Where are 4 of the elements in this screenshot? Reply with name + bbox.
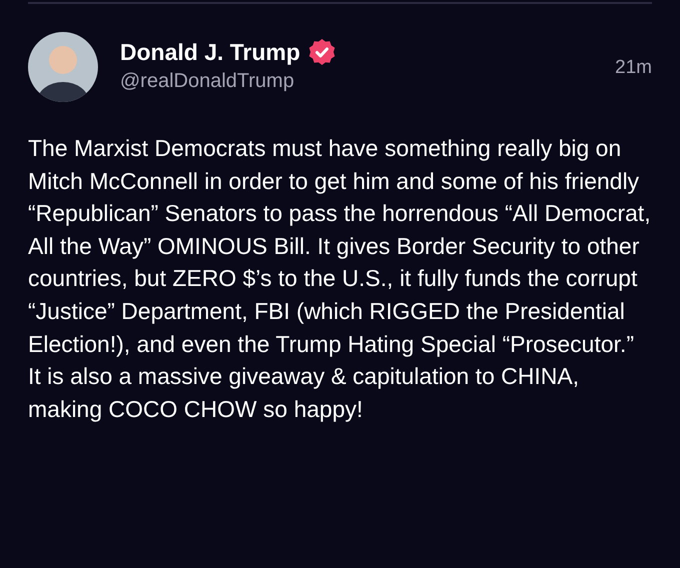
author-name: Donald J. Trump: [120, 38, 300, 66]
author-handle: @realDonaldTrump: [120, 69, 296, 94]
post-time: 21m: [615, 56, 652, 80]
post-text: The Marxist Democrats must have something really big on Mitch McConnell in order to get him and some of his friendly “Republican” Senators to pass the horrendous “All Democrat, All the Way” OMINOUS Bill. It gives Border Security to other countries, but ZERO $’s to the U.S., it fully funds the corrupt “Justice” Department, FBI (which RIGGED the Presidential Election!), and even the Trump Hating Special “Prosecutor.” It is also a massive giveaway & capitulation to CHINA, making COCO CHOW so happy!: [28, 134, 652, 424]
